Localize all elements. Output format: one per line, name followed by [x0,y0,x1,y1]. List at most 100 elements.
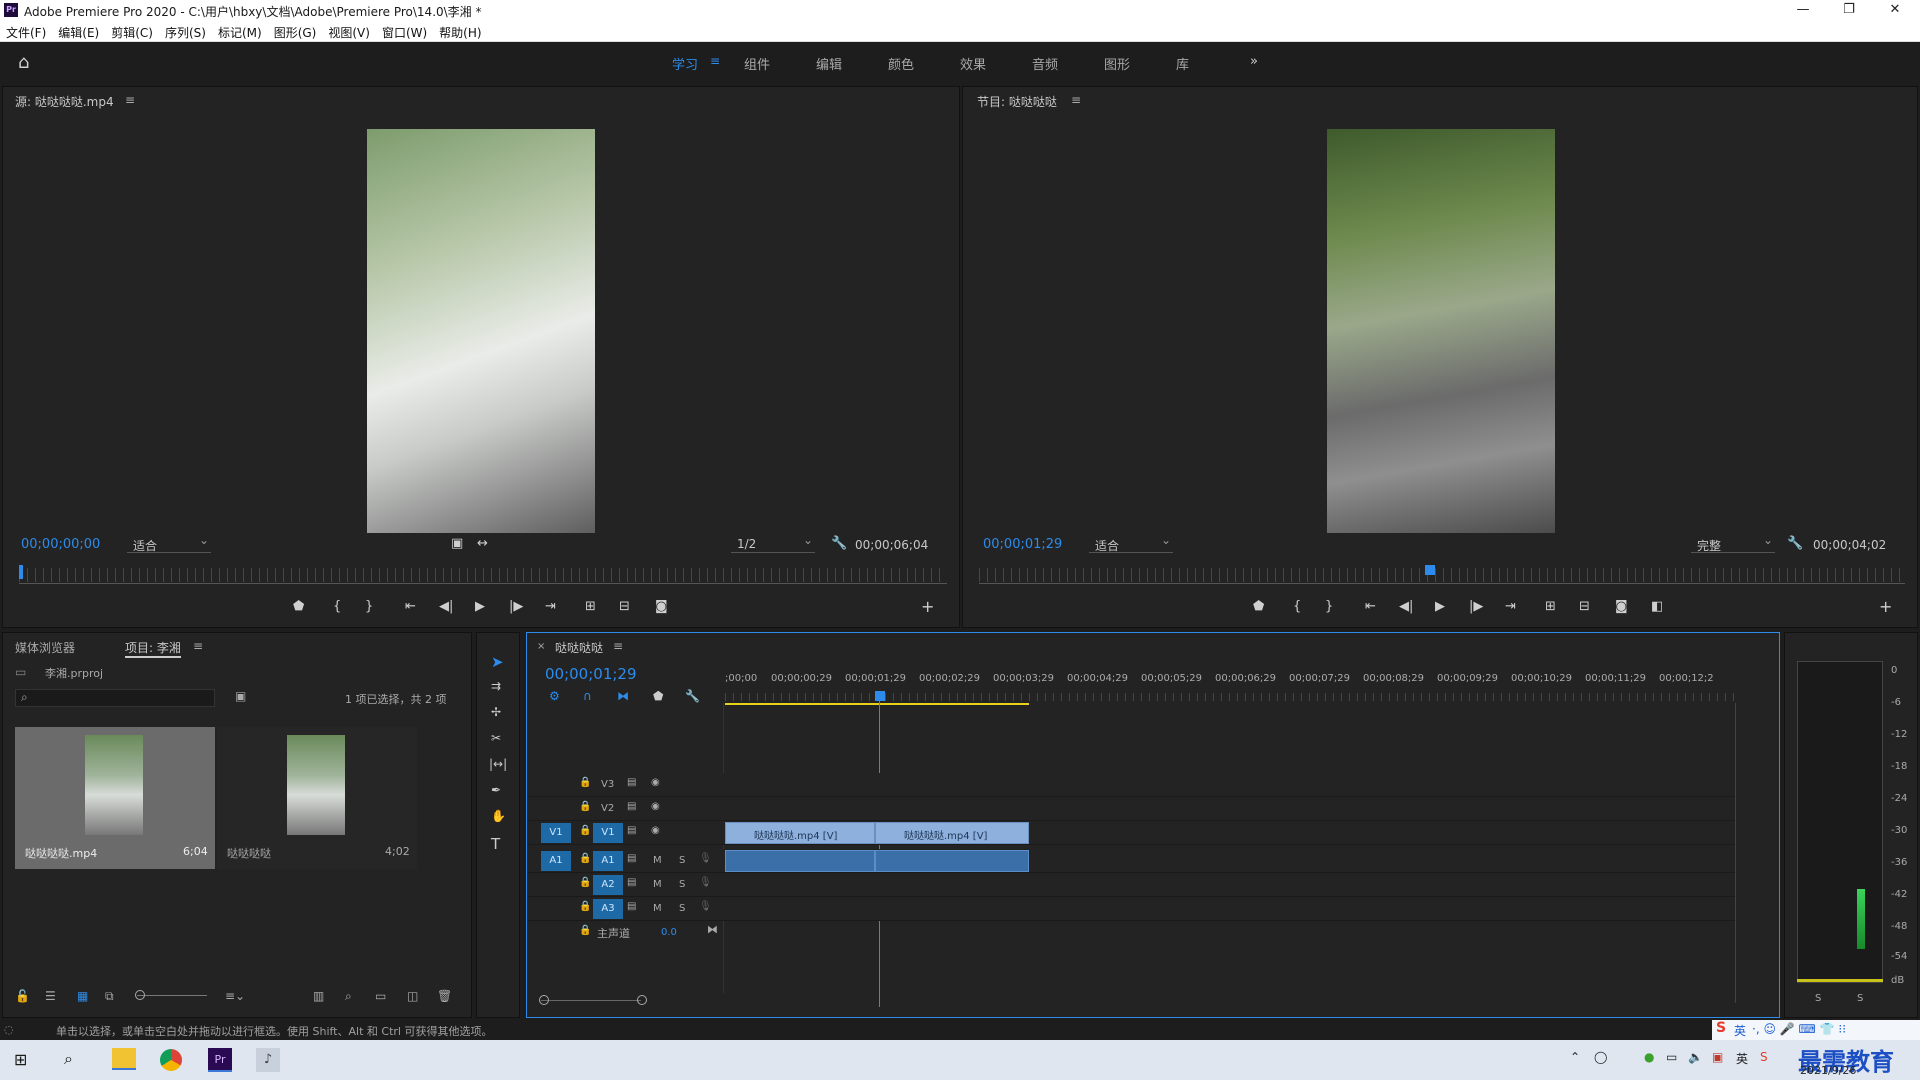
ime-toolbar[interactable]: S 英 ·, ☺ 🎤 ⌨ 👕 ⁝⁝ [1712,1020,1920,1040]
close-tab-icon[interactable]: × [537,641,545,652]
lock-track-icon[interactable]: 🔒 [579,801,591,812]
source-resolution-dropdown[interactable]: 1/2 [731,533,815,553]
step-forward-icon[interactable]: |▶ [1469,599,1483,614]
go-to-in-icon[interactable]: ⇤ [405,599,416,614]
export-frame-camera-icon[interactable]: ◙ [1615,599,1628,614]
mark-in-icon[interactable]: { [1293,599,1301,614]
list-view-icon[interactable]: ☰ [45,989,56,1003]
mute-button[interactable]: M [653,855,662,866]
workspace-libraries[interactable]: 库 [1176,54,1189,73]
ime-language-label[interactable]: 英 [1734,1022,1746,1039]
project-item-selected[interactable]: 哒哒哒哒.mp4 6;04 [15,727,215,869]
premiere-taskbar-icon[interactable]: Pr [208,1048,232,1072]
menu-clip[interactable]: 剪辑(C) [105,22,159,41]
program-playhead[interactable] [1425,565,1435,575]
sogou-ime-icon[interactable]: S [1716,1020,1726,1036]
step-back-icon[interactable]: ◀| [439,599,453,614]
export-frame-camera-icon[interactable]: ◙ [655,599,668,614]
hand-tool-icon[interactable]: ✋ [491,809,506,823]
mark-out-icon[interactable]: } [1325,599,1333,614]
menu-edit[interactable]: 编辑(E) [52,22,105,41]
comparison-view-icon[interactable]: ◧ [1651,599,1663,614]
timeline-timecode[interactable]: 00;00;01;29 [545,665,637,683]
vertical-scrollbar[interactable] [1735,703,1736,1003]
menu-window[interactable]: 窗口(W) [376,22,433,41]
drag-audio-icon[interactable]: ↔ [477,536,488,551]
source-monitor-title[interactable]: 源: 哒哒哒哒.mp4 [15,93,114,110]
toggle-output-eye-icon[interactable]: ◉ [651,777,660,788]
find-icon[interactable]: ⌕ [345,989,352,1004]
timeline-tab[interactable]: 哒哒哒哒 [555,639,603,656]
automate-to-sequence-icon[interactable]: ▥ [313,989,324,1003]
mark-in-icon[interactable]: { [333,599,341,614]
solo-button[interactable]: S [679,855,685,866]
menu-view[interactable]: 视图(V) [322,22,376,41]
ime-tools-icons[interactable]: ·, ☺ 🎤 ⌨ 👕 ⁝⁝ [1752,1022,1846,1036]
sync-lock-icon[interactable]: ▤ [627,825,636,836]
clear-trash-icon[interactable]: 🗑 [437,989,452,1003]
meter-solo-left[interactable]: S [1815,993,1821,1004]
workspace-menu-icon[interactable]: ≡ [710,54,720,68]
mark-out-icon[interactable]: } [365,599,373,614]
source-patch-a1[interactable]: A1 [541,851,571,871]
ime-tray-icon[interactable]: 英 [1736,1050,1748,1067]
voice-over-mic-icon[interactable]: 🎙 [699,901,712,912]
source-playhead[interactable] [19,565,23,579]
sogou-tray-icon[interactable]: S [1760,1050,1768,1064]
menu-marker[interactable]: 标记(M) [212,22,268,41]
workspace-learn[interactable]: 学习 [672,54,698,73]
windows-start-icon[interactable]: ⊞ [14,1050,27,1069]
menu-file[interactable]: 文件(F) [0,22,52,41]
toggle-output-eye-icon[interactable]: ◉ [651,825,660,836]
network-icon[interactable]: ▭ [1666,1050,1677,1064]
toggle-output-eye-icon[interactable]: ◉ [651,801,660,812]
chrome-icon[interactable] [160,1049,182,1071]
step-forward-icon[interactable]: |▶ [509,599,523,614]
menu-sequence[interactable]: 序列(S) [159,22,212,41]
horizontal-zoom-scrollbar[interactable] [541,1000,641,1001]
slip-tool-icon[interactable]: |↔| [489,757,507,771]
new-bin-from-search-icon[interactable]: ▣ [235,689,246,703]
extract-icon[interactable]: ⊟ [1579,599,1590,614]
menu-help[interactable]: 帮助(H) [433,22,487,41]
timeline-settings-wrench-icon[interactable]: 🔧 [685,689,700,703]
mute-button[interactable]: M [653,879,662,890]
close-button[interactable]: ✕ [1872,0,1918,22]
go-to-in-icon[interactable]: ⇤ [1365,599,1376,614]
audio-clip-1[interactable] [725,850,875,872]
lock-track-icon[interactable]: 🔒 [579,777,591,788]
panel-menu-icon[interactable]: ≡ [125,93,135,107]
restore-button[interactable]: ❐ [1826,0,1872,22]
lock-track-icon[interactable]: 🔒 [579,877,591,888]
program-zoom-bar[interactable] [979,583,1905,584]
workspace-assembly[interactable]: 组件 [744,54,770,73]
project-search-input[interactable] [15,689,215,707]
freeform-view-icon[interactable]: ⧉ [105,989,114,1004]
source-fit-dropdown[interactable]: 适合 [127,533,211,553]
workspace-editing[interactable]: 编辑 [816,54,842,73]
work-area-bar[interactable] [725,703,1029,705]
nest-toggle-icon[interactable]: ⚙ [549,689,560,703]
selection-tool-icon[interactable]: ➤ [491,653,504,671]
source-timecode[interactable]: 00;00;00;00 [21,537,100,552]
track-target-a2[interactable]: A2 [593,875,623,895]
insert-icon[interactable]: ⊞ [585,599,596,614]
solo-button[interactable]: S [679,903,685,914]
workspace-color[interactable]: 颜色 [888,54,914,73]
sync-lock-icon[interactable]: ▤ [627,877,636,888]
program-timecode[interactable]: 00;00;01;29 [983,537,1062,552]
audio-clip-2[interactable] [875,850,1029,872]
workspace-audio[interactable]: 音频 [1032,54,1058,73]
source-zoom-bar[interactable] [19,583,947,584]
meter-solo-right[interactable]: S [1857,993,1863,1004]
go-to-out-icon[interactable]: ⇥ [1505,599,1516,614]
sync-lock-icon[interactable]: ▤ [627,853,636,864]
sync-lock-icon[interactable]: ▤ [627,777,636,788]
lock-icon[interactable]: 🔓 [15,989,30,1003]
timeline-ruler[interactable]: ;00;00 00;00;00;29 00;00;01;29 00;00;02;… [725,673,1735,693]
tray-security-icon[interactable]: ▣ [1712,1050,1723,1064]
scrollbar-right-handle[interactable] [637,995,647,1005]
source-patch-v1[interactable]: V1 [541,823,571,843]
mute-button[interactable]: M [653,903,662,914]
track-target-a3[interactable]: A3 [593,899,623,919]
